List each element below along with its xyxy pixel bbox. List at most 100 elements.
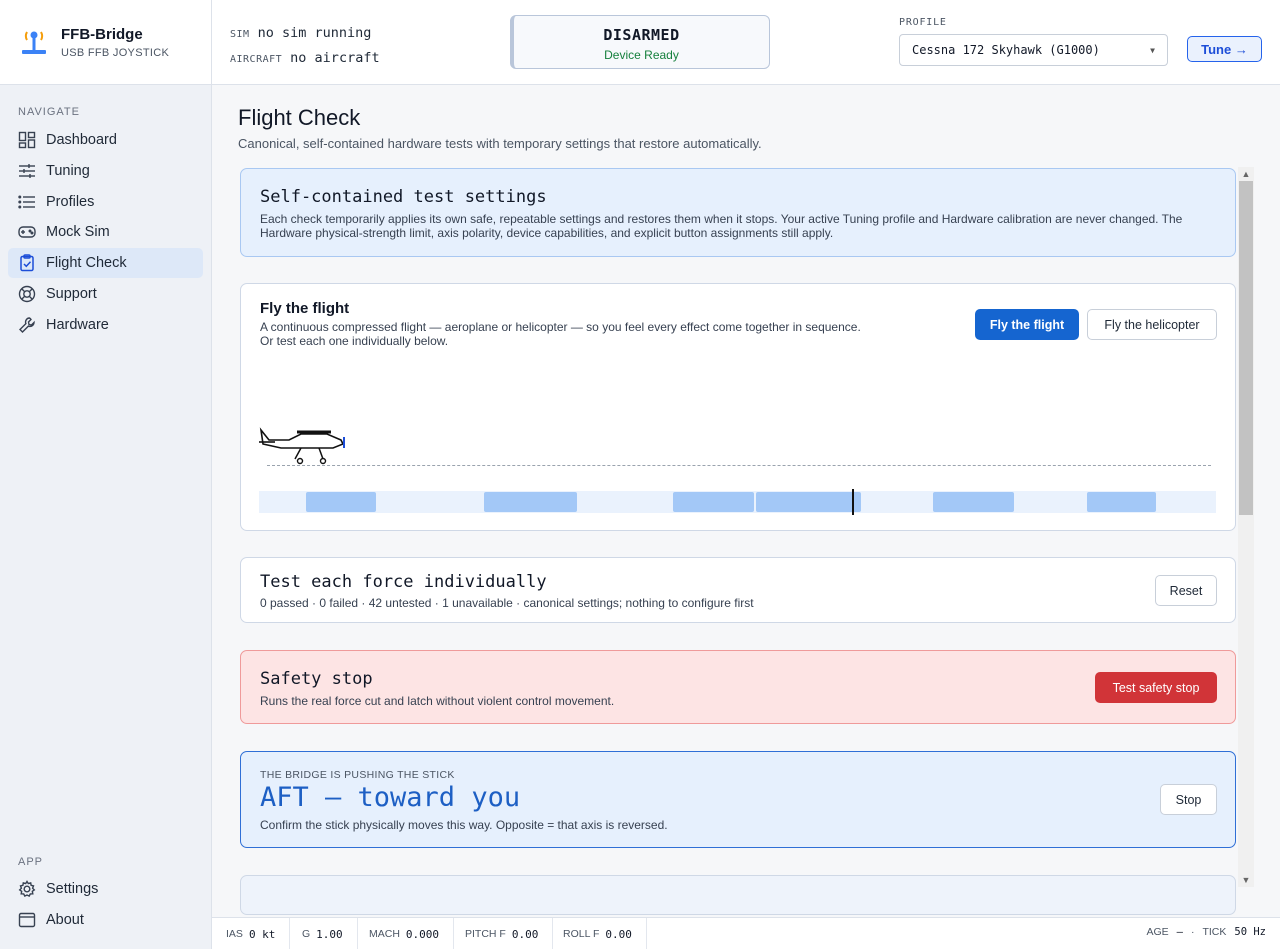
- pitch-value: 0.00: [511, 927, 539, 941]
- list-icon: [18, 193, 36, 211]
- sidebar-item-about[interactable]: About: [8, 905, 203, 935]
- sidebar-item-label: Hardware: [46, 316, 109, 333]
- sidebar-item-profiles[interactable]: Profiles: [8, 187, 203, 217]
- sidebar-item-tuning[interactable]: Tuning: [8, 156, 203, 186]
- sim-key: SIM: [230, 29, 250, 40]
- sidebar-item-label: Tuning: [46, 162, 90, 179]
- runway-line: [267, 465, 1211, 466]
- pitch-key: PITCH F: [465, 928, 506, 940]
- safety-stop-text: Runs the real force cut and latch withou…: [260, 694, 615, 708]
- sliders-icon: [18, 162, 36, 180]
- sidebar-item-support[interactable]: Support: [8, 279, 203, 309]
- sidebar-item-label: Mock Sim: [46, 224, 110, 241]
- nav-section-label: NAVIGATE: [18, 106, 80, 118]
- reset-button[interactable]: Reset: [1155, 575, 1217, 606]
- scrollbar[interactable]: ▲ ▼: [1238, 167, 1254, 887]
- app-nav-list: Settings About: [8, 874, 203, 936]
- profile-select-value: Cessna 172 Skyhawk (G1000): [912, 43, 1100, 57]
- scroll-up-icon[interactable]: ▲: [1238, 167, 1254, 181]
- mach-key: MACH: [369, 928, 400, 940]
- sidebar-item-label: Flight Check: [46, 255, 127, 272]
- sidebar-item-settings[interactable]: Settings: [8, 874, 203, 904]
- grid-icon: [18, 131, 36, 149]
- stop-button[interactable]: Stop: [1160, 784, 1217, 815]
- timeline-segment[interactable]: [1087, 492, 1156, 512]
- timeline-segment[interactable]: [933, 492, 1014, 512]
- tick-value: 50 Hz: [1234, 926, 1266, 938]
- sidebar: FFB-Bridge USB FFB JOYSTICK NAVIGATE Das…: [0, 0, 212, 949]
- top-header: SIM no sim running AIRCRAFT no aircraft DI…: [212, 0, 1280, 85]
- sidebar-item-hardware[interactable]: Hardware: [8, 310, 203, 340]
- g-cell: G 1.00: [288, 918, 358, 949]
- sidebar-item-label: About: [46, 911, 84, 928]
- fly-flight-title: Fly the flight: [260, 300, 350, 317]
- timeline-segment[interactable]: [484, 492, 577, 512]
- mach-cell: MACH 0.000: [355, 918, 455, 949]
- g-key: G: [302, 928, 311, 940]
- safety-stop-card: Safety stop Runs the real force cut and …: [240, 650, 1236, 724]
- separator-dot: ·: [1190, 926, 1195, 938]
- pitch-cell: PITCH F 0.00: [451, 918, 554, 949]
- fly-flight-card: Fly the flight A continuous compressed f…: [240, 283, 1236, 531]
- mach-value: 0.000: [405, 927, 440, 941]
- sidebar-item-label: Dashboard: [46, 132, 117, 148]
- scrollbar-thumb[interactable]: [1239, 181, 1253, 515]
- aircraft-value: no aircraft: [290, 50, 380, 66]
- fly-flight-text-2: Or test each one individually below.: [260, 334, 449, 348]
- lifebuoy-icon: [18, 285, 36, 303]
- joystick-logo-icon: [22, 31, 46, 54]
- force-tests-card: Test each force individually 0 passed · …: [240, 557, 1236, 623]
- sidebar-item-dashboard[interactable]: Dashboard: [8, 125, 203, 155]
- age-key: AGE: [1146, 926, 1169, 938]
- brand-name: FFB-Bridge: [61, 25, 143, 43]
- sim-value: no sim running: [257, 25, 372, 41]
- wrench-icon: [18, 316, 36, 334]
- footer-right: AGE — · TICK 50 Hz: [1146, 926, 1266, 938]
- stick-push-direction: AFT — toward you: [260, 782, 521, 813]
- flight-timeline[interactable]: [259, 489, 1216, 515]
- app-section-label: APP: [18, 856, 44, 868]
- roll-value: 0.00: [605, 927, 632, 941]
- force-tests-summary: 0 passed · 0 failed · 42 untested · 1 un…: [260, 596, 754, 610]
- sidebar-item-mock-sim[interactable]: Mock Sim: [8, 217, 203, 247]
- arm-status-badge: DISARMED Device Ready: [510, 15, 770, 69]
- tune-button[interactable]: Tune →: [1187, 36, 1262, 62]
- timeline-segment[interactable]: [673, 492, 754, 512]
- clipboard-check-icon: [18, 254, 36, 272]
- main-content: Flight Check Canonical, self-contained h…: [212, 85, 1280, 917]
- chevron-down-icon: ▼: [1150, 45, 1155, 55]
- timeline-segment[interactable]: [756, 492, 861, 512]
- profile-select[interactable]: Cessna 172 Skyhawk (G1000) ▼: [899, 34, 1168, 66]
- sidebar-item-label: Support: [46, 285, 97, 302]
- test-settings-title: Self-contained test settings: [260, 187, 547, 207]
- ias-value: 0 kt: [248, 927, 276, 941]
- sidebar-item-label: Profiles: [46, 193, 95, 210]
- roll-key: ROLL F: [563, 928, 600, 940]
- airplane-icon: [259, 427, 345, 465]
- page-subtitle: Canonical, self-contained hardware tests…: [238, 136, 762, 151]
- sidebar-item-flight-check[interactable]: Flight Check: [8, 248, 203, 279]
- nav-list: Dashboard Tuning Profiles Mock Sim Fligh…: [8, 125, 203, 341]
- arm-status-title: DISARMED: [603, 26, 680, 44]
- fly-helicopter-button[interactable]: Fly the helicopter: [1087, 309, 1217, 340]
- tick-key: TICK: [1202, 926, 1227, 938]
- test-settings-text: Each check temporarily applies its own s…: [260, 212, 1183, 240]
- profile-label: PROFILE: [899, 17, 947, 28]
- scroll-down-icon[interactable]: ▼: [1238, 873, 1254, 887]
- age-value: —: [1176, 926, 1183, 938]
- arm-status-sub: Device Ready: [604, 48, 679, 62]
- timeline-playhead[interactable]: [852, 489, 854, 515]
- fly-flight-button[interactable]: Fly the flight: [975, 309, 1079, 340]
- timeline-segment[interactable]: [306, 492, 376, 512]
- force-tests-title: Test each force individually: [260, 572, 547, 592]
- roll-cell: ROLL F 0.00: [549, 918, 647, 949]
- test-safety-stop-button[interactable]: Test safety stop: [1095, 672, 1217, 703]
- g-value: 1.00: [316, 927, 343, 941]
- brand: FFB-Bridge USB FFB JOYSTICK: [0, 0, 211, 85]
- telemetry-footer: IAS 0 kt G 1.00 MACH 0.000 PITCH F 0.00 ROLL…: [212, 917, 1280, 949]
- test-settings-card: Self-contained test settings Each check …: [240, 168, 1236, 257]
- aircraft-key: AIRCRAFT: [230, 54, 283, 65]
- brand-subtitle: USB FFB JOYSTICK: [61, 46, 170, 59]
- ias-cell: IAS 0 kt: [212, 918, 291, 949]
- gear-icon: [18, 880, 36, 898]
